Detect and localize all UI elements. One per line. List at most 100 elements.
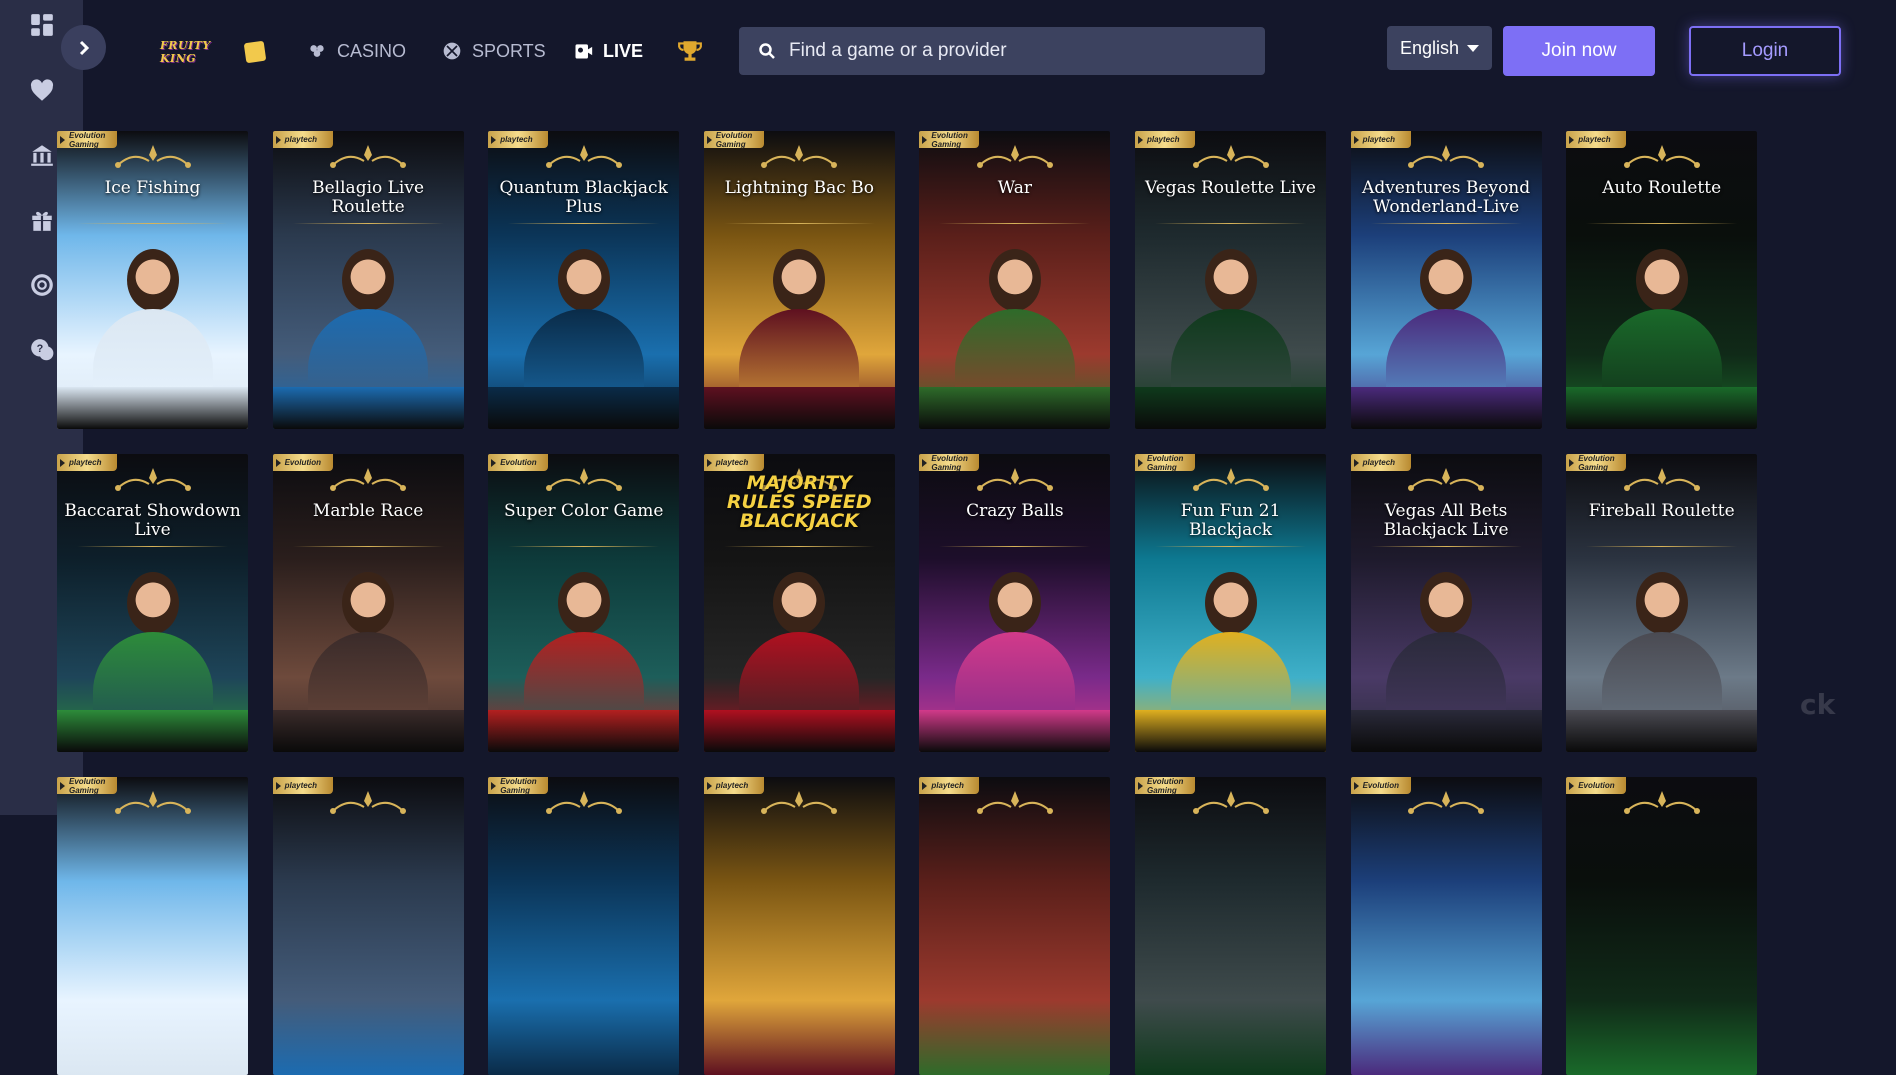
game-card[interactable]: Evolution Gaming Fun Fun 21 Blackjack <box>1135 454 1326 752</box>
title-divider <box>1155 223 1306 224</box>
game-table <box>1350 710 1542 752</box>
provider-badge: playtech <box>1350 131 1411 148</box>
game-thumbnail <box>272 777 464 1075</box>
ornament-crest-icon <box>545 468 622 491</box>
cards-icon <box>310 45 324 57</box>
gift-icon[interactable] <box>27 205 57 235</box>
provider-badge: Evolution <box>1350 777 1411 794</box>
title-divider <box>1370 546 1522 547</box>
provider-badge: playtech <box>272 131 333 148</box>
game-title: War <box>997 178 1033 198</box>
game-table <box>1350 387 1542 429</box>
dealer-head <box>342 249 395 311</box>
title-divider <box>77 223 228 224</box>
title-divider <box>1155 546 1306 547</box>
provider-badge: playtech <box>57 454 117 471</box>
game-card[interactable]: playtech Bellagio Live Roulette <box>272 131 464 429</box>
game-card[interactable]: playtech Vegas All Bets Blackjack Live <box>1350 454 1542 752</box>
provider-badge: playtech <box>1350 454 1411 471</box>
heart-icon[interactable] <box>27 76 57 106</box>
game-thumbnail <box>1566 777 1758 1075</box>
dealer-head <box>126 249 179 311</box>
game-card[interactable]: Evolution <box>1350 777 1542 1075</box>
game-card[interactable]: playtech <box>272 777 464 1075</box>
provider-badge: playtech <box>488 131 549 148</box>
brand-logo[interactable]: FRUITY KING <box>160 31 267 73</box>
search-input[interactable] <box>789 40 1249 62</box>
game-card[interactable]: playtech <box>919 777 1111 1075</box>
game-card[interactable]: playtech Adventures Beyond Wonderland-Liv… <box>1350 131 1542 429</box>
title-divider <box>1586 223 1738 224</box>
dealer-head <box>988 249 1041 311</box>
nav-sports[interactable]: SPORTS <box>442 38 546 64</box>
provider-badge: playtech <box>272 777 333 794</box>
target-icon[interactable] <box>27 270 57 300</box>
ornament-crest-icon <box>1408 468 1485 491</box>
login-button[interactable]: Login <box>1689 26 1841 76</box>
support-icon[interactable]: ? <box>27 335 57 365</box>
game-thumbnail <box>1135 777 1326 1075</box>
game-card[interactable]: Evolution Gaming <box>57 777 248 1075</box>
ornament-crest-icon <box>1623 145 1700 168</box>
game-title: Crazy Balls <box>966 501 1064 521</box>
game-card[interactable]: playtech <box>703 777 895 1075</box>
game-title: Vegas All Bets Blackjack Live <box>1383 501 1509 540</box>
provider-badge: Evolution Gaming <box>1135 777 1195 795</box>
game-card[interactable]: Evolution Marble Race <box>272 454 464 752</box>
game-card[interactable]: playtech MAJORITY RULES SPEED BLACKJACK <box>703 454 895 752</box>
title-divider <box>939 223 1091 224</box>
game-table <box>1135 710 1326 752</box>
ornament-crest-icon <box>761 145 838 168</box>
provider-badge: Evolution Gaming <box>919 454 980 472</box>
game-card[interactable]: Evolution Gaming <box>488 777 680 1075</box>
game-card[interactable]: playtech Baccarat Showdown Live <box>57 454 248 752</box>
nav-casino[interactable]: CASINO <box>307 38 406 64</box>
title-divider <box>77 546 228 547</box>
game-table <box>272 387 464 429</box>
game-table <box>57 387 248 429</box>
provider-badge: Evolution Gaming <box>1566 454 1627 472</box>
game-title: Quantum Blackjack Plus <box>499 178 668 217</box>
ornament-crest-icon <box>1408 145 1485 168</box>
provider-badge: Evolution Gaming <box>919 131 980 149</box>
provider-badge: playtech <box>703 777 764 794</box>
ornament-crest-icon <box>330 145 407 168</box>
game-card[interactable]: Evolution Super Color Game <box>488 454 680 752</box>
game-card[interactable]: playtech Quantum Blackjack Plus <box>488 131 680 429</box>
game-table <box>1566 710 1758 752</box>
ornament-crest-icon <box>976 468 1053 491</box>
provider-badge: Evolution Gaming <box>57 131 117 149</box>
dashboard-icon[interactable] <box>27 10 57 40</box>
game-table <box>919 387 1111 429</box>
game-title: Bellagio Live Roulette <box>312 178 425 217</box>
provider-badge: Evolution Gaming <box>57 777 117 795</box>
game-table <box>272 710 464 752</box>
game-card[interactable]: playtech Auto Roulette <box>1566 131 1758 429</box>
game-card[interactable]: Evolution Gaming Fireball Roulette <box>1566 454 1758 752</box>
game-card[interactable]: Evolution Gaming Crazy Balls <box>919 454 1111 752</box>
search-icon <box>759 43 775 59</box>
game-card[interactable]: Evolution <box>1566 777 1758 1075</box>
game-card[interactable]: Evolution Gaming Ice Fishing <box>57 131 248 429</box>
game-title: Baccarat Showdown Live <box>64 501 241 540</box>
game-table <box>488 387 680 429</box>
vault-icon[interactable] <box>27 140 57 170</box>
nav-live[interactable]: LIVE <box>573 38 643 64</box>
nav-live-label: LIVE <box>603 40 644 61</box>
game-card[interactable]: Evolution Gaming War <box>919 131 1111 429</box>
join-now-button[interactable]: Join now <box>1503 26 1655 76</box>
game-card[interactable]: Evolution Gaming <box>1135 777 1326 1075</box>
provider-badge: playtech <box>1135 131 1195 148</box>
language-label: English <box>1399 37 1460 58</box>
game-thumbnail <box>57 777 248 1075</box>
game-card[interactable]: Evolution Gaming Lightning Bac Bo <box>703 131 895 429</box>
game-thumbnail <box>703 777 895 1075</box>
trophy-icon[interactable] <box>677 38 703 64</box>
game-card[interactable]: playtech Vegas Roulette Live <box>1135 131 1326 429</box>
game-table <box>1135 387 1326 429</box>
language-select[interactable]: English <box>1387 26 1492 70</box>
title-divider <box>939 546 1091 547</box>
title-divider <box>723 223 875 224</box>
search-bar[interactable] <box>739 27 1265 75</box>
title-divider <box>1370 223 1522 224</box>
